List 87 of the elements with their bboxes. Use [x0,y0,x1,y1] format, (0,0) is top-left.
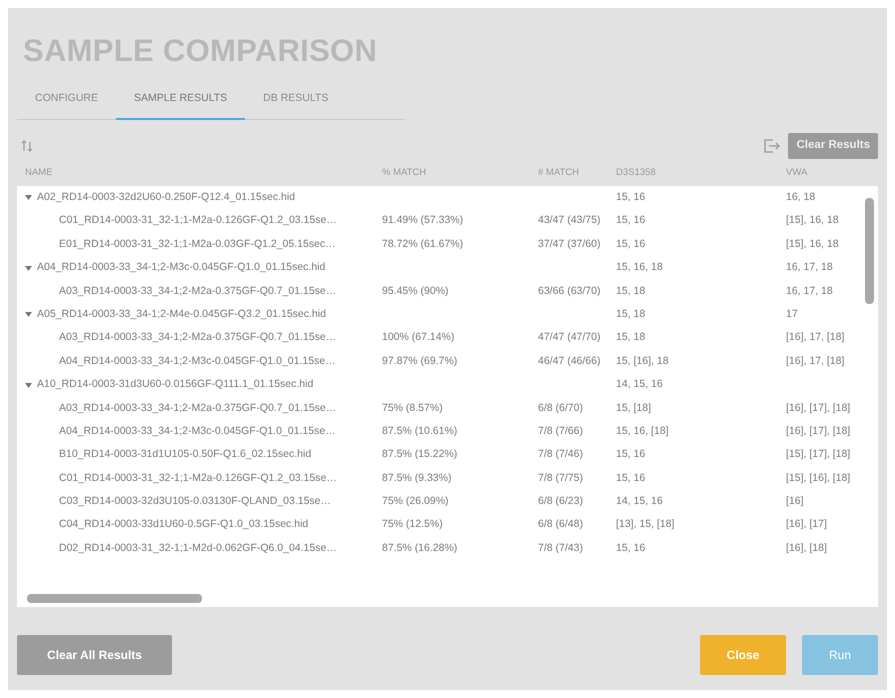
table-cell: [15], [17], [18] [786,448,850,460]
caret-down-icon[interactable] [25,194,32,202]
scrollbar-thumb[interactable] [865,198,874,304]
table-cell: 15, 16 [616,542,646,554]
table-cell: 87.5% (16.28%) [382,542,458,554]
column-header[interactable]: VWA [786,166,808,178]
sample-name: A02_RD14-0003-32d2U60-0.250F-Q12.4_01.15sec.hid [37,190,296,205]
table-cell: [16], 17, [18] [786,354,844,367]
table-cell: 43/47 (43/75) [538,214,600,226]
sample-name[interactable]: C03_RD14-0003-32d3U105-0.03130F-QLAND_03.15se… [59,495,332,508]
sample-name[interactable]: B10_RD14-0003-31d1U105-0.50F-Q1.6_02.15sec.hid [59,448,312,460]
sample-name: A04_RD14-0003-33_34-1;2-M3c-0.045GF-Q1.0_01.15sec.hid [37,260,326,276]
table-cell: [16], [17] [786,518,827,530]
sample-name: A10_RD14-0003-31d3U60-0.0156GF-Q111.1_01.15sec.hid [37,377,314,392]
sample-name[interactable]: C04_RD14-0003-33d1U60-0.5GF-Q1.0_03.15sec.hid [59,518,308,530]
sample-name[interactable]: A04_RD14-0003-33_34-1;2-M3c-0.045GF-Q1.0_01.15se… [59,424,336,437]
table-cell: 15, 16, 18 [616,261,663,274]
caret-down-icon[interactable] [25,311,32,318]
table-cell: 15, 16 [616,448,646,460]
table-cell: 95.45% (90%) [382,284,449,297]
clear-all-results-button[interactable]: Clear All Results [17,635,172,676]
table-cell: 91.49% (57.33%) [382,214,464,226]
table-cell: [15], 16, 18 [786,214,839,226]
tab[interactable]: SAMPLE RESULTS [116,81,246,120]
scrollbar-thumb[interactable] [27,594,202,604]
table-cell: 7/8 (7/46) [538,448,583,460]
clear-results-button[interactable]: Clear Results [788,133,878,159]
table-cell: 15, 16 [616,214,646,226]
table-cell: 75% (8.57%) [382,402,443,414]
tab[interactable]: CONFIGURE [17,81,116,120]
table-cell: 16, 18 [786,191,816,203]
sample-name[interactable]: A03_RD14-0003-33_34-1;2-M2a-0.375GF-Q0.7_01.15se… [59,284,336,297]
tab[interactable]: DB RESULTS [245,81,346,120]
table-cell: 7/8 (7/43) [538,542,583,554]
table-cell: [16] [786,495,804,508]
table-cell: 97.87% (69.7%) [382,354,458,367]
sample-name[interactable]: C01_RD14-0003-31_32-1;1-M2a-0.126GF-Q1.2_03.15se… [59,472,337,484]
table-cell: 47/47 (47/70) [538,331,600,344]
table-cell: 15, [16], 18 [616,354,669,367]
sample-name: A05_RD14-0003-33_34-1;2-M4e-0.045GF-Q3.2_01.15sec.hid [37,306,326,322]
sample-name[interactable]: A03_RD14-0003-33_34-1;2-M2a-0.375GF-Q0.7_01.15se… [59,402,336,414]
table-cell: 6/8 (6/48) [538,518,583,530]
table-cell: 7/8 (7/66) [538,424,583,437]
table-cell: 16, 17, 18 [786,284,833,297]
table-cell: 16, 17, 18 [786,261,833,274]
table-cell: [16], 17, [18] [786,331,844,344]
table-cell: 6/8 (6/70) [538,402,583,414]
table-cell: 15, 16 [616,472,646,484]
table-cell: 15, 18 [616,331,646,344]
table-cell: 15, 18 [616,284,646,297]
sample-name[interactable]: D02_RD14-0003-31_32-1;1-M2d-0.062GF-Q6.0_04.15se… [59,542,337,554]
table-cell: 15, 16, [18] [616,424,669,437]
table-cell: [16], [17], [18] [786,402,850,414]
table-cell: 15, [18] [616,402,652,414]
table-cell: [16], [18] [786,542,827,554]
table-cell: 15, 18 [616,308,646,320]
table-cell: 15, 16 [616,238,646,250]
column-header[interactable]: D3S1358 [616,166,656,178]
table-cell: 7/8 (7/75) [538,472,583,484]
table-cell: 17 [786,308,798,320]
table-cell: 6/8 (6/23) [538,495,583,508]
table-cell: 87.5% (10.61%) [382,424,458,437]
column-header[interactable]: # MATCH [538,166,579,178]
table-cell: [15], [16], [18] [786,472,850,484]
column-header[interactable]: % MATCH [382,166,426,178]
table-cell: 87.5% (9.33%) [382,472,452,484]
column-header[interactable]: NAME [25,166,52,178]
sample-name[interactable]: A03_RD14-0003-33_34-1;2-M2a-0.375GF-Q0.7_01.15se… [59,331,336,344]
table-cell: 14, 15, 16 [616,378,663,390]
table-cell: [16], [17], [18] [786,424,850,437]
table-cell: 75% (12.5%) [382,518,443,530]
table-cell: 46/47 (46/66) [538,354,600,367]
sample-name[interactable]: E01_RD14-0003-31_32-1;1-M2a-0.03GF-Q1.2_05.15sec… [59,238,336,250]
table-cell: 37/47 (37/60) [538,238,600,250]
table-cell: [15], 16, 18 [786,238,839,250]
sample-name[interactable]: A04_RD14-0003-33_34-1;2-M3c-0.045GF-Q1.0_01.15se… [59,354,336,367]
table-cell: 100% (67.14%) [382,331,454,344]
table-cell: 15, 16 [616,191,646,203]
sample-name[interactable]: C01_RD14-0003-31_32-1;1-M2a-0.126GF-Q1.2_03.15se… [59,214,337,226]
table-cell: 87.5% (15.22%) [382,448,458,460]
table-cell: 14, 15, 16 [616,495,663,508]
caret-down-icon[interactable] [25,264,32,272]
caret-down-icon[interactable] [25,382,32,388]
table-cell: 75% (26.09%) [382,495,449,508]
table-cell: 63/66 (63/70) [538,284,600,297]
table-cell: 78.72% (61.67%) [382,238,464,250]
table-cell: [13], 15, [18] [616,518,674,530]
